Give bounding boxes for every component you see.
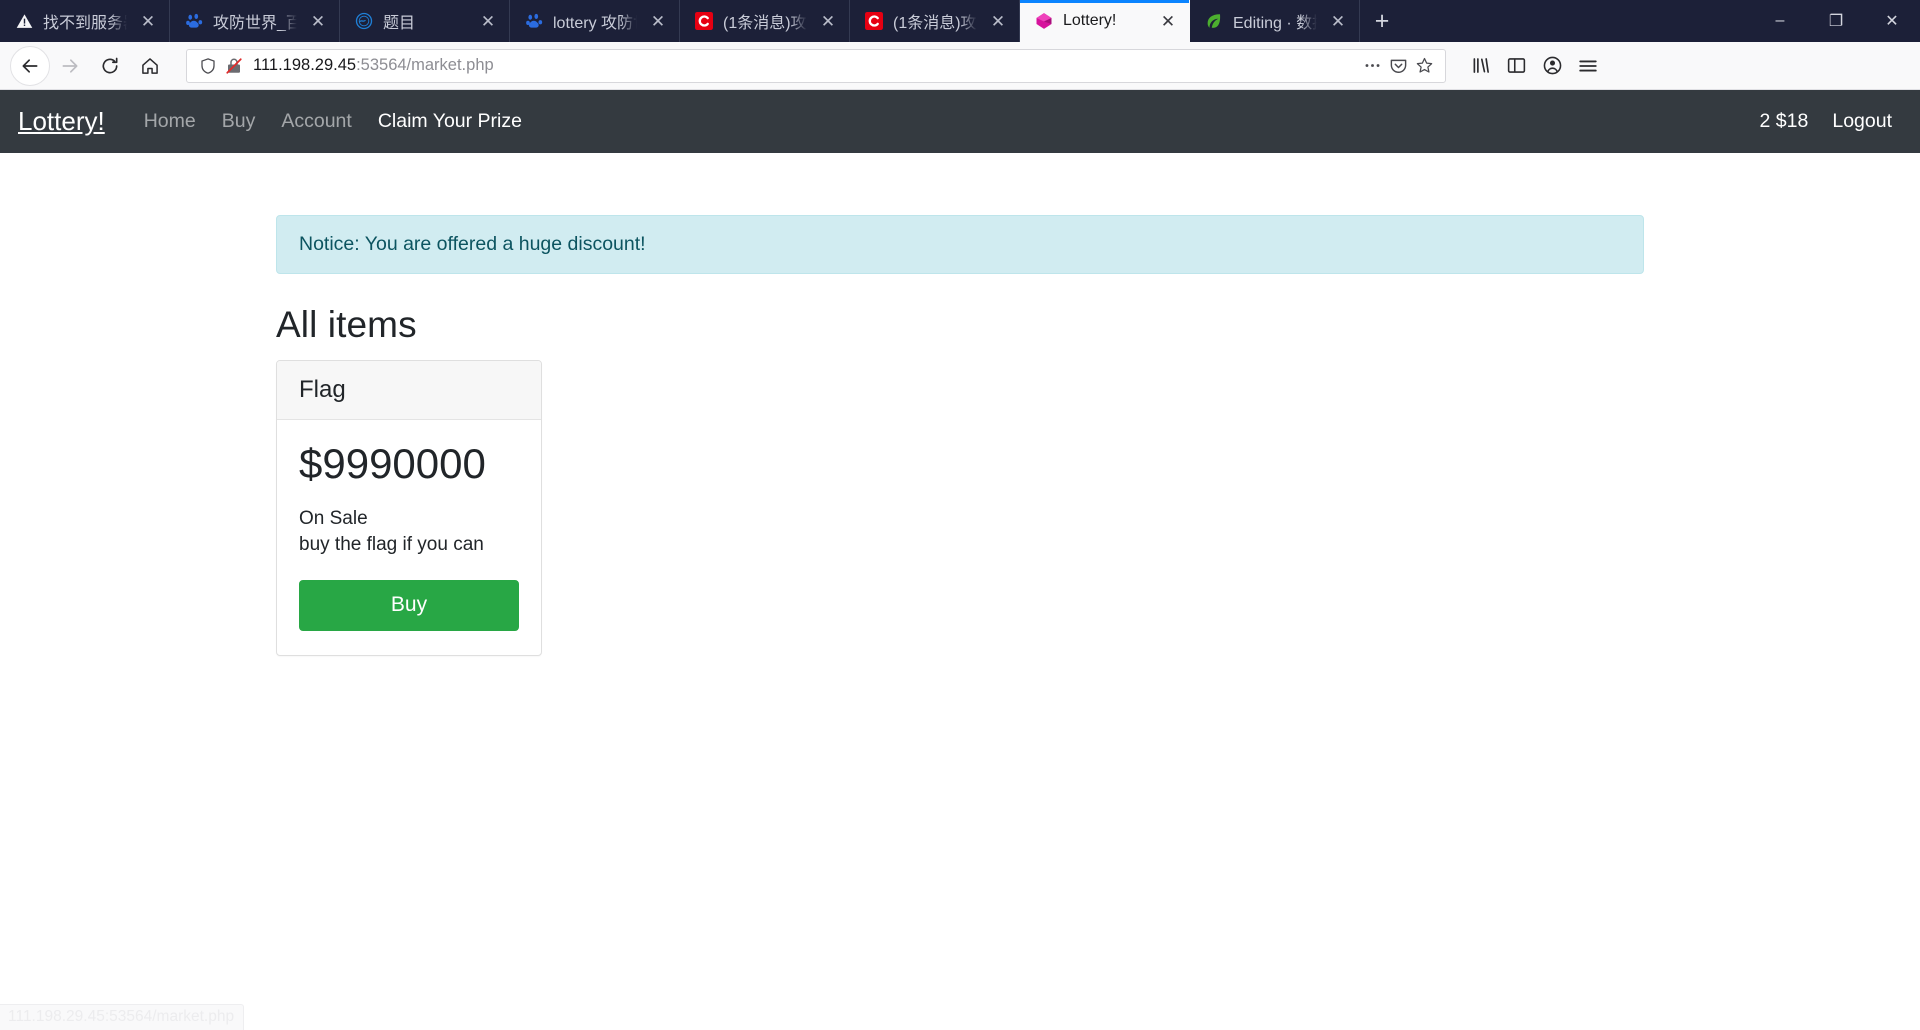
warning-icon (14, 11, 34, 31)
close-icon[interactable]: ✕ (303, 6, 333, 36)
close-window-button[interactable]: ✕ (1864, 0, 1920, 42)
new-tab-button[interactable]: + (1360, 0, 1404, 42)
browser-tab[interactable]: 找不到服务器 ✕ (0, 0, 170, 42)
buy-button[interactable]: Buy (299, 579, 519, 631)
window-controls: – ❐ ✕ (1752, 0, 1920, 42)
item-card-title: Flag (277, 361, 541, 420)
leaf-icon (1204, 11, 1224, 31)
page-container: Notice: You are offered a huge discount!… (0, 215, 1920, 656)
close-icon[interactable]: ✕ (983, 6, 1013, 36)
maximize-button[interactable]: ❐ (1808, 0, 1864, 42)
tab-title: lottery 攻防世界_百度搜索 (553, 15, 637, 32)
item-description: buy the flag if you can (299, 533, 484, 555)
balance-display: 2 $18 (1759, 110, 1809, 132)
tab-strip: 找不到服务器 ✕ 攻防世界_百度搜索 ✕ 题目 ✕ lottery 攻防世界_百… (0, 0, 1920, 42)
account-icon[interactable] (1534, 46, 1570, 86)
browser-tab-active[interactable]: Lottery! ✕ (1020, 0, 1190, 42)
logout-link[interactable]: Logout (1824, 110, 1900, 133)
close-icon[interactable]: ✕ (1153, 6, 1183, 36)
gem-icon (1034, 11, 1054, 31)
url-bar[interactable]: 111.198.29.45:53564/market.php (186, 48, 1446, 83)
ellipsis-icon[interactable] (1359, 53, 1385, 79)
close-icon[interactable]: ✕ (133, 6, 163, 36)
shield-icon[interactable] (195, 53, 221, 79)
baidu-icon (184, 11, 204, 31)
notice-alert: Notice: You are offered a huge discount! (276, 215, 1644, 274)
page-viewport: Lottery! Home Buy Account Claim Your Pri… (0, 90, 1920, 1030)
browser-tab[interactable]: 题目 ✕ (340, 0, 510, 42)
forward-arrow-icon[interactable] (50, 46, 90, 86)
back-arrow-icon[interactable] (10, 45, 50, 86)
tab-title: Editing · 数据类型对 (1233, 15, 1317, 32)
csdn-icon (864, 11, 884, 31)
tab-title: (1条消息)攻防世界web (723, 15, 807, 32)
minimize-button[interactable]: – (1752, 0, 1808, 42)
close-icon[interactable]: ✕ (643, 6, 673, 36)
nav-link-home[interactable]: Home (131, 110, 209, 133)
tab-title: 攻防世界_百度搜索 (213, 15, 297, 32)
hamburger-menu-icon[interactable] (1570, 46, 1606, 86)
url-path: :53564/market.php (356, 56, 494, 74)
item-price: $9990000 (299, 440, 486, 487)
close-icon[interactable]: ✕ (813, 6, 843, 36)
brand-link[interactable]: Lottery! (18, 106, 105, 137)
nav-right: 2 $18 Logout (1744, 110, 1900, 133)
insecure-lock-icon[interactable] (221, 53, 247, 79)
browser-tab[interactable]: (1条消息)攻防世界web ✕ (680, 0, 850, 42)
reload-icon[interactable] (90, 46, 130, 86)
url-host: 111.198.29.45 (253, 56, 357, 74)
nav-link-claim-your-prize[interactable]: Claim Your Prize (365, 110, 535, 133)
globe-icon (354, 11, 374, 31)
page-title: All items (276, 304, 417, 345)
pocket-icon[interactable] (1385, 53, 1411, 79)
url-bar-actions (1359, 53, 1437, 79)
close-icon[interactable]: ✕ (473, 6, 503, 36)
close-icon[interactable]: ✕ (1323, 6, 1353, 36)
home-icon[interactable] (130, 46, 170, 86)
star-icon[interactable] (1411, 53, 1437, 79)
browser-toolbar: 111.198.29.45:53564/market.php (0, 42, 1920, 90)
nav-link-buy[interactable]: Buy (209, 110, 269, 133)
tab-title: (1条消息)攻防世界web (893, 15, 977, 32)
browser-window: 找不到服务器 ✕ 攻防世界_百度搜索 ✕ 题目 ✕ lottery 攻防世界_百… (0, 0, 1920, 1030)
library-icon[interactable] (1462, 46, 1498, 86)
browser-tab[interactable]: (1条消息)攻防世界web ✕ (850, 0, 1020, 42)
site-navbar: Lottery! Home Buy Account Claim Your Pri… (0, 90, 1920, 153)
browser-tab[interactable]: Editing · 数据类型对 ✕ (1190, 0, 1360, 42)
baidu-icon (524, 11, 544, 31)
status-bar: 111.198.29.45:53564/market.php (0, 1004, 245, 1030)
toolbar-right-actions (1456, 46, 1606, 86)
url-text[interactable]: 111.198.29.45:53564/market.php (247, 56, 1359, 75)
item-sale-status: On Sale (299, 508, 368, 530)
item-card: Flag $9990000 On Sale buy the flag if yo… (276, 360, 542, 656)
nav-link-account[interactable]: Account (268, 110, 364, 133)
nav-links: Home Buy Account Claim Your Prize (131, 110, 535, 133)
csdn-icon (694, 11, 714, 31)
item-card-body: $9990000 On Sale buy the flag if you can… (277, 420, 541, 655)
browser-tab[interactable]: lottery 攻防世界_百度搜索 ✕ (510, 0, 680, 42)
sidebar-icon[interactable] (1498, 46, 1534, 86)
tab-title: 找不到服务器 (43, 15, 127, 32)
tab-title: 题目 (383, 15, 416, 32)
tab-title: Lottery! (1063, 12, 1117, 29)
browser-tab[interactable]: 攻防世界_百度搜索 ✕ (170, 0, 340, 42)
